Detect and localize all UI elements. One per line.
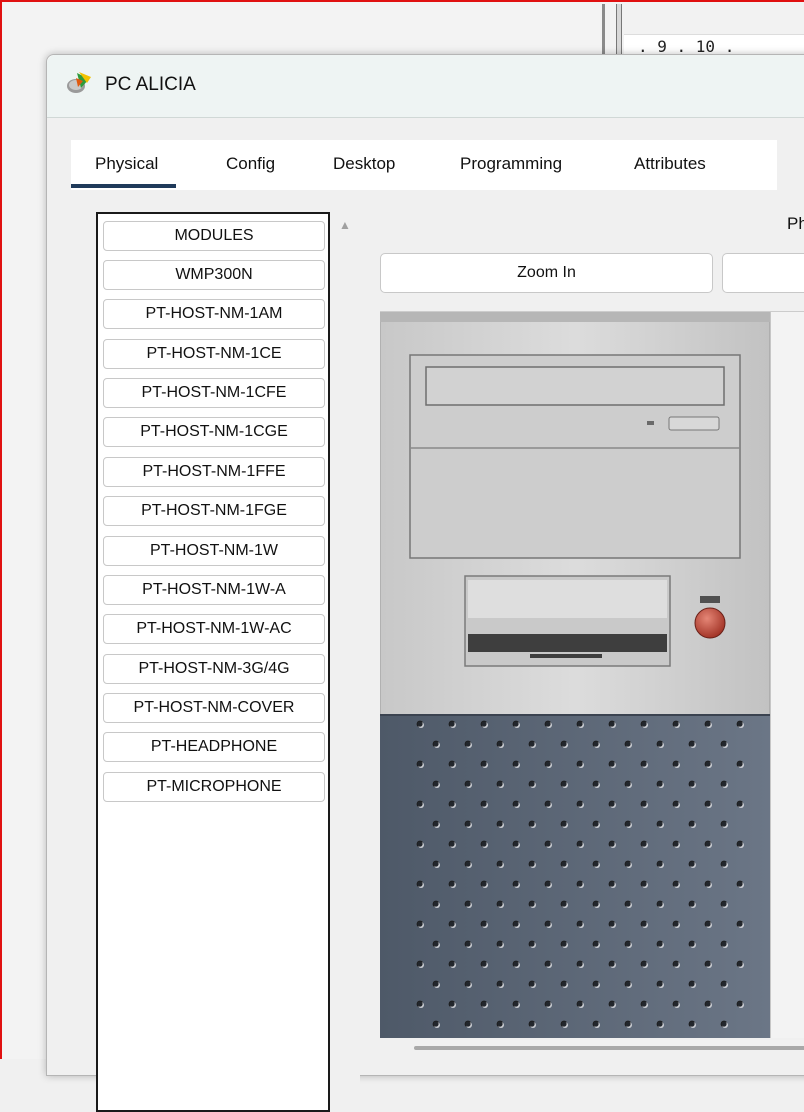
module-item[interactable]: PT-HOST-NM-1FFE <box>103 457 325 487</box>
tab-programming[interactable]: Programming <box>460 154 562 174</box>
module-item[interactable]: PT-HOST-NM-1CGE <box>103 417 325 447</box>
outer-frame: . 9 . 10 . PC ALICIA Physical Config Des… <box>0 0 804 1112</box>
optical-drive <box>425 366 725 406</box>
module-item[interactable]: PT-HOST-NM-COVER <box>103 693 325 723</box>
module-item[interactable]: PT-HOST-NM-1CFE <box>103 378 325 408</box>
module-item[interactable]: PT-HEADPHONE <box>103 732 325 762</box>
physical-panel: MODULES WMP300N PT-HOST-NM-1AM PT-HOST-N… <box>71 190 804 1112</box>
modules-scrollbar[interactable]: ▲ <box>330 212 360 1112</box>
tab-bar: Physical Config Desktop Programming Attr… <box>70 140 777 190</box>
module-item[interactable]: PT-HOST-NM-1AM <box>103 299 325 329</box>
pc-tower-image <box>380 312 771 1038</box>
tab-desktop[interactable]: Desktop <box>333 154 395 174</box>
view-horizontal-scrollbar[interactable] <box>380 1038 804 1056</box>
module-item[interactable]: PT-HOST-NM-1W-A <box>103 575 325 605</box>
scroll-up-arrow-icon[interactable]: ▲ <box>330 212 360 238</box>
modules-list[interactable]: MODULES WMP300N PT-HOST-NM-1AM PT-HOST-N… <box>96 212 330 1112</box>
zoom-original-button[interactable] <box>722 253 804 293</box>
device-window: PC ALICIA Physical Config Desktop Progra… <box>46 54 804 1112</box>
module-item[interactable]: PT-MICROPHONE <box>103 772 325 802</box>
device-physical-view <box>380 311 804 1038</box>
packet-tracer-pc-icon <box>67 72 91 93</box>
tab-physical[interactable]: Physical <box>70 154 177 188</box>
zoom-in-button[interactable]: Zoom In <box>380 253 713 293</box>
tab-config[interactable]: Config <box>226 154 275 174</box>
window-title: PC ALICIA <box>105 74 196 95</box>
window-client: Physical Config Desktop Programming Attr… <box>47 118 804 1112</box>
module-item[interactable]: WMP300N <box>103 260 325 290</box>
scrollbar-thumb[interactable] <box>414 1046 804 1050</box>
power-led <box>700 596 720 603</box>
module-item[interactable]: PT-HOST-NM-1CE <box>103 339 325 369</box>
power-button <box>694 607 726 639</box>
module-item[interactable]: PT-HOST-NM-1W <box>103 536 325 566</box>
tab-attributes[interactable]: Attributes <box>634 154 706 174</box>
background-divider <box>616 4 622 54</box>
module-item[interactable]: PT-HOST-NM-1FGE <box>103 496 325 526</box>
physical-view-header: Ph <box>787 214 804 233</box>
title-bar[interactable]: PC ALICIA <box>47 55 804 118</box>
module-item[interactable]: MODULES <box>103 221 325 251</box>
module-item[interactable]: PT-HOST-NM-1W-AC <box>103 614 325 644</box>
background-ruler: . 9 . 10 . <box>602 4 804 59</box>
background-divider <box>602 4 605 54</box>
module-item[interactable]: PT-HOST-NM-3G/4G <box>103 654 325 684</box>
